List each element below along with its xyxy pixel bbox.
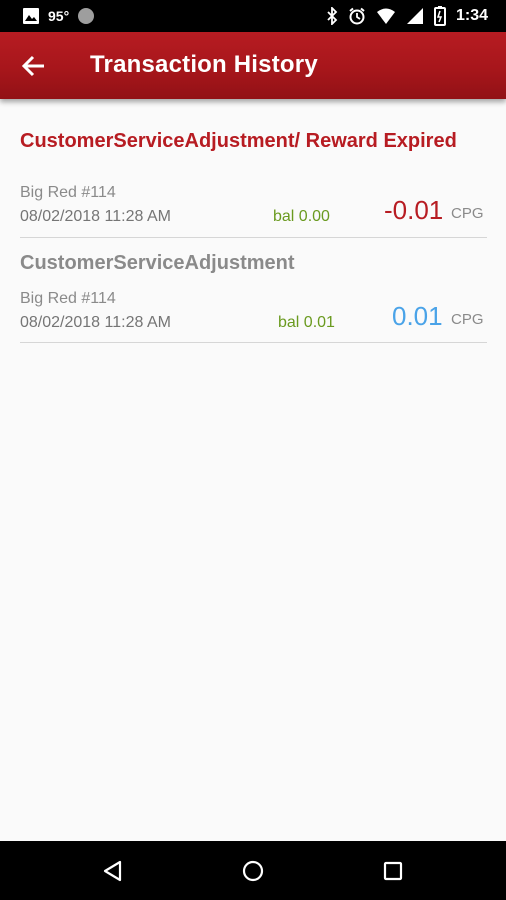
app-bar: Transaction History [0,32,506,99]
back-triangle-icon[interactable] [99,857,127,885]
transaction-amount: -0.01 [384,195,444,225]
home-circle-icon[interactable] [239,857,267,885]
transaction-title: CustomerServiceAdjustment [20,252,295,274]
bluetooth-icon [327,7,338,25]
back-arrow-icon[interactable] [18,50,50,82]
signal-icon [406,8,423,24]
transaction-row[interactable]: CustomerServiceAdjustment Big Red #114 0… [20,250,487,343]
temperature-text: 95° [48,8,70,24]
transaction-list: CustomerServiceAdjustment/ Reward Expire… [20,128,487,343]
transaction-date: 08/02/2018 11:28 AM [20,314,171,331]
transaction-store: Big Red #114 [20,184,116,201]
status-bar: 95° 1:34 [0,0,506,32]
transaction-date: 08/02/2018 11:28 AM [20,208,171,225]
status-left: 95° [22,7,95,25]
page-title: Transaction History [90,51,318,78]
transaction-row[interactable]: CustomerServiceAdjustment/ Reward Expire… [20,128,487,238]
transaction-amount: 0.01 [392,301,443,331]
wifi-icon [376,8,395,24]
recents-square-icon[interactable] [379,857,407,885]
battery-icon [433,6,446,26]
navigation-bar [0,841,506,900]
transaction-unit: CPG [451,311,484,328]
image-notification-icon [23,8,39,24]
transaction-title: CustomerServiceAdjustment/ Reward Expire… [20,130,457,152]
transaction-balance: bal 0.01 [278,314,335,331]
clock-text: 1:34 [455,7,488,24]
transaction-unit: CPG [451,205,484,222]
transaction-balance: bal 0.00 [273,208,330,225]
status-right: 1:34 [326,6,488,26]
alarm-icon [349,7,365,25]
transaction-store: Big Red #114 [20,290,116,307]
weather-circle-icon [78,8,95,24]
